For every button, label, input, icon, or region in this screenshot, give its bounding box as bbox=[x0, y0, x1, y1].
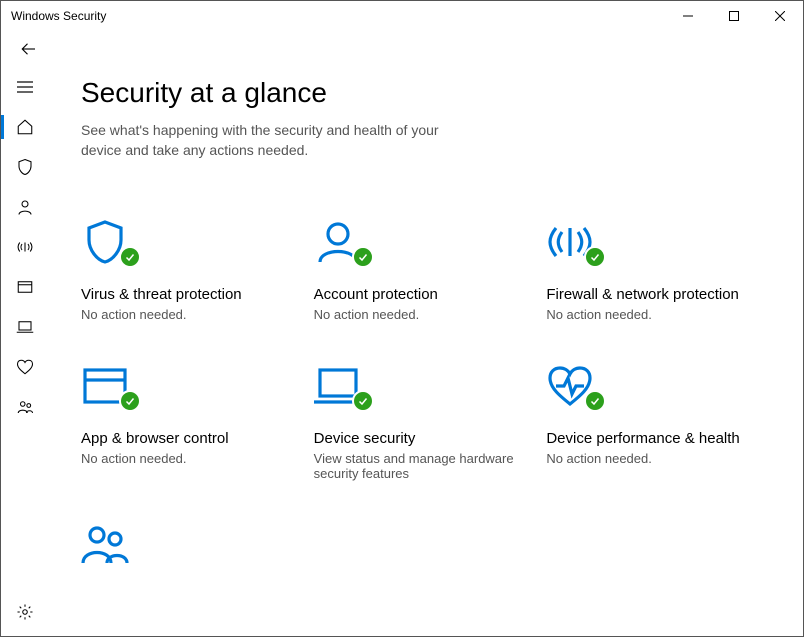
tile-title: Virus & threat protection bbox=[81, 286, 298, 303]
sidebar-item-virus[interactable] bbox=[1, 147, 49, 187]
shield-icon bbox=[16, 158, 34, 176]
tile-account[interactable]: Account protection No action needed. bbox=[314, 210, 539, 346]
signal-icon bbox=[16, 238, 34, 256]
sidebar-item-settings[interactable] bbox=[1, 592, 49, 632]
tile-title: Firewall & network protection bbox=[546, 286, 763, 303]
tile-title: Device performance & health bbox=[546, 430, 763, 447]
check-badge-icon bbox=[119, 390, 141, 412]
check-badge-icon bbox=[352, 246, 374, 268]
title-bar: Windows Security bbox=[1, 1, 803, 31]
check-badge-icon bbox=[584, 390, 606, 412]
maximize-button[interactable] bbox=[711, 1, 757, 31]
tile-status: No action needed. bbox=[314, 307, 531, 322]
people-icon bbox=[81, 521, 129, 569]
sidebar-item-account[interactable] bbox=[1, 187, 49, 227]
page-title: Security at a glance bbox=[81, 77, 771, 109]
tile-status: No action needed. bbox=[546, 307, 763, 322]
person-icon bbox=[16, 198, 34, 216]
tile-performance[interactable]: Device performance & health No action ne… bbox=[546, 354, 771, 505]
back-bar bbox=[1, 31, 803, 67]
sidebar bbox=[1, 67, 49, 638]
close-button[interactable] bbox=[757, 1, 803, 31]
check-badge-icon bbox=[584, 246, 606, 268]
gear-icon bbox=[16, 603, 34, 621]
tile-virus-threat[interactable]: Virus & threat protection No action need… bbox=[81, 210, 306, 346]
tile-status: No action needed. bbox=[81, 307, 298, 322]
sidebar-item-home[interactable] bbox=[1, 107, 49, 147]
sidebar-item-family[interactable] bbox=[1, 387, 49, 427]
laptop-icon bbox=[16, 318, 34, 336]
hamburger-button[interactable] bbox=[1, 67, 49, 107]
tile-status: No action needed. bbox=[546, 451, 763, 466]
check-badge-icon bbox=[352, 390, 374, 412]
back-button[interactable] bbox=[19, 39, 39, 59]
sidebar-item-device-security[interactable] bbox=[1, 307, 49, 347]
tile-title: App & browser control bbox=[81, 430, 298, 447]
tile-firewall[interactable]: Firewall & network protection No action … bbox=[546, 210, 771, 346]
heart-icon bbox=[16, 358, 34, 376]
tile-status: View status and manage hardware security… bbox=[314, 451, 531, 481]
tile-status: No action needed. bbox=[81, 451, 298, 466]
page-subtitle: See what's happening with the security a… bbox=[81, 121, 471, 160]
check-badge-icon bbox=[119, 246, 141, 268]
sidebar-item-firewall[interactable] bbox=[1, 227, 49, 267]
tile-device-security[interactable]: Device security View status and manage h… bbox=[314, 354, 539, 505]
tile-title: Account protection bbox=[314, 286, 531, 303]
window-icon bbox=[16, 278, 34, 296]
tile-title: Device security bbox=[314, 430, 531, 447]
window-title: Windows Security bbox=[11, 9, 106, 23]
tile-family[interactable] bbox=[81, 513, 306, 593]
minimize-button[interactable] bbox=[665, 1, 711, 31]
home-icon bbox=[16, 118, 34, 136]
main-content: Security at a glance See what's happenin… bbox=[49, 67, 803, 638]
sidebar-item-app-browser[interactable] bbox=[1, 267, 49, 307]
sidebar-item-performance[interactable] bbox=[1, 347, 49, 387]
tile-app-browser[interactable]: App & browser control No action needed. bbox=[81, 354, 306, 505]
people-icon bbox=[16, 398, 34, 416]
